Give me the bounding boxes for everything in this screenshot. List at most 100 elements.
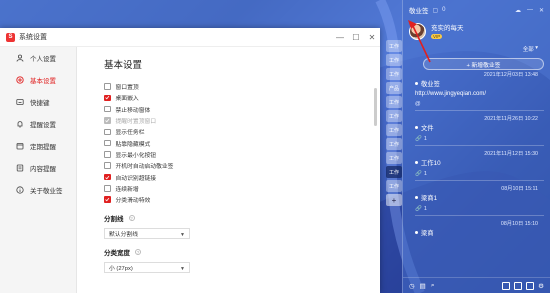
option-row[interactable]: 禁止移动窗体 (104, 104, 380, 115)
sidebar-item-about[interactable]: 关于敬业签 (0, 179, 76, 201)
new-note-button[interactable]: + 新增敬业签 (423, 58, 544, 70)
category-tab[interactable]: 工作 (386, 110, 402, 122)
bullet-icon (415, 161, 418, 164)
checkbox (104, 117, 111, 124)
note-meta: 🔗 1 (415, 171, 542, 177)
close-button[interactable]: ✕ (364, 28, 380, 47)
list-icon[interactable] (526, 281, 535, 290)
note-date: 2021年12月03日 13:48 (483, 72, 538, 78)
chevron-down-icon: ▼ (180, 266, 185, 273)
sidebar-item-content[interactable]: 内容提醒 (0, 157, 76, 179)
option-row[interactable]: 显示任务栏 (104, 126, 380, 137)
sidebar-item-shortcuts[interactable]: 快捷键 (0, 91, 76, 113)
note-title-text: 梁商1 (421, 195, 438, 202)
note-title-text: 文件 (421, 125, 434, 132)
option-row[interactable]: 窗口置顶 (104, 81, 380, 92)
checkbox[interactable] (104, 196, 111, 203)
sidebar-item-label: 内容提醒 (30, 166, 56, 173)
sidebar-item-reminder[interactable]: 提醒设置 (0, 113, 76, 135)
option-row[interactable]: 显示最小化按钮 (104, 149, 380, 160)
checkbox[interactable] (104, 151, 111, 158)
list-item[interactable]: 08月10日 15:11 梁商1 🔗 1 (403, 184, 550, 212)
category-tab[interactable]: 工作 (386, 96, 402, 108)
divider-select[interactable]: 默认分割线 ▼ (104, 228, 190, 240)
sidebar-item-periodic[interactable]: 定期提醒 (0, 135, 76, 157)
category-width-select-value: 小 (27px) (109, 266, 133, 273)
cloud-icon[interactable]: ☁ (515, 7, 521, 14)
settings-content: 基本设置 窗口置顶 桌面嵌入 禁止移动窗体 提醒时置顶窗口 显示任务栏 贴靠隐藏模式 显示最… (77, 47, 380, 293)
checkbox[interactable] (104, 185, 111, 192)
option-row[interactable]: 连续新增 (104, 183, 380, 194)
note-meta: 🔗 1 (415, 206, 542, 212)
option-row[interactable]: 桌面嵌入 (104, 92, 380, 103)
maximize-button[interactable]: ☐ (348, 28, 364, 47)
settings-icon[interactable]: ⚙ (538, 282, 544, 290)
help-icon[interactable]: ? (128, 215, 135, 222)
category-width-select[interactable]: 小 (27px) ▼ (104, 262, 190, 274)
checkbox[interactable] (104, 128, 111, 136)
category-tab[interactable]: 工作 (386, 180, 402, 192)
content-reminder-icon (16, 164, 24, 172)
help-icon[interactable]: ? (135, 249, 141, 256)
close-panel-icon[interactable]: ✕ (539, 7, 544, 14)
divider-section-title: 分割线 ? (104, 213, 380, 223)
checkbox[interactable] (104, 173, 111, 181)
checkbox[interactable] (104, 105, 111, 113)
list-item[interactable]: 2021年11月26日 10:22 文件 🔗 1 (403, 114, 550, 142)
sidebar-item-basic[interactable]: 基本设置 (0, 69, 76, 91)
minimize-button[interactable]: — (332, 28, 348, 47)
clock-icon[interactable]: ◷ (409, 282, 415, 290)
note-body[interactable]: http://www.jingyeqian.com/ (415, 91, 542, 97)
category-tab[interactable]: 工作 (386, 68, 402, 80)
option-label: 桌面嵌入 (115, 96, 139, 103)
minimize-panel-icon[interactable]: — (527, 7, 533, 14)
add-category-button[interactable]: + (386, 194, 402, 206)
calendar-icon (16, 142, 24, 150)
checkbox[interactable] (104, 162, 111, 169)
list-item[interactable]: 2021年11月12日 15:30 工作10 🔗 1 (403, 149, 550, 177)
category-tab[interactable]: 工作 (386, 40, 402, 52)
attachment-icon: 🔗 (415, 206, 422, 212)
note-meta: @ (415, 101, 542, 107)
settings-sidebar: 个人设置 基本设置 快捷键 提醒设置 定期提醒 内容提醒 关于敬业签 (0, 47, 77, 293)
checkbox[interactable] (104, 83, 111, 90)
sidebar-item-label: 快捷键 (30, 100, 50, 107)
option-row[interactable]: 贴靠隐藏模式 (104, 137, 380, 148)
scrollbar[interactable] (374, 88, 377, 126)
grid-icon[interactable] (514, 281, 523, 290)
option-label: 贴靠隐藏模式 (115, 141, 151, 148)
option-row[interactable]: 自动识别超链接 (104, 171, 380, 182)
attachment-icon: @ (415, 101, 421, 107)
note-title: 梁商1 (415, 193, 542, 202)
search-icon[interactable]: ⌕ (431, 282, 435, 290)
option-row[interactable]: 分类滑动特效 (104, 194, 380, 205)
option-row[interactable]: 开机时自动启动敬业签 (104, 160, 380, 171)
category-tab[interactable]: 工作 (386, 138, 402, 150)
checkbox[interactable] (104, 139, 111, 147)
settings-circle-icon (16, 76, 24, 84)
user-name: 充实的每天 (431, 25, 464, 32)
attachment-count: 1 (423, 136, 427, 142)
list-item[interactable]: 2021年12月03日 13:48 敬业签 http://www.jingyeqia… (403, 70, 550, 107)
person-icon (16, 54, 24, 62)
category-tab[interactable]: 产品 (386, 82, 402, 94)
notification-icon[interactable]: ▢ (433, 7, 439, 14)
category-tab[interactable]: 工作 (386, 54, 402, 66)
checkbox[interactable] (104, 94, 111, 102)
category-tab[interactable]: 工作 (386, 152, 402, 164)
layout-icon[interactable] (502, 281, 511, 290)
sidebar-item-label: 定期提醒 (30, 144, 56, 151)
note-title: 敬业签 (415, 79, 542, 88)
option-label: 连续新增 (115, 186, 139, 193)
note-icon[interactable]: ▤ (420, 282, 426, 290)
sidebar-item-personal[interactable]: 个人设置 (0, 47, 76, 69)
option-label: 自动识别超链接 (115, 175, 157, 182)
note-date: 08月10日 15:10 (500, 221, 538, 227)
list-item[interactable]: 08月10日 15:10 梁商 (403, 219, 550, 237)
annotation-arrow (408, 20, 431, 63)
category-tab-strip: 工作 工作 工作 产品 工作 工作 工作 工作 工作 工作 工作 + (386, 40, 402, 208)
category-tab[interactable]: 工作 (386, 124, 402, 136)
bullet-icon (415, 231, 418, 234)
category-tab[interactable]: 工作 (386, 166, 402, 178)
chevron-down-icon: ▾ (533, 45, 538, 51)
